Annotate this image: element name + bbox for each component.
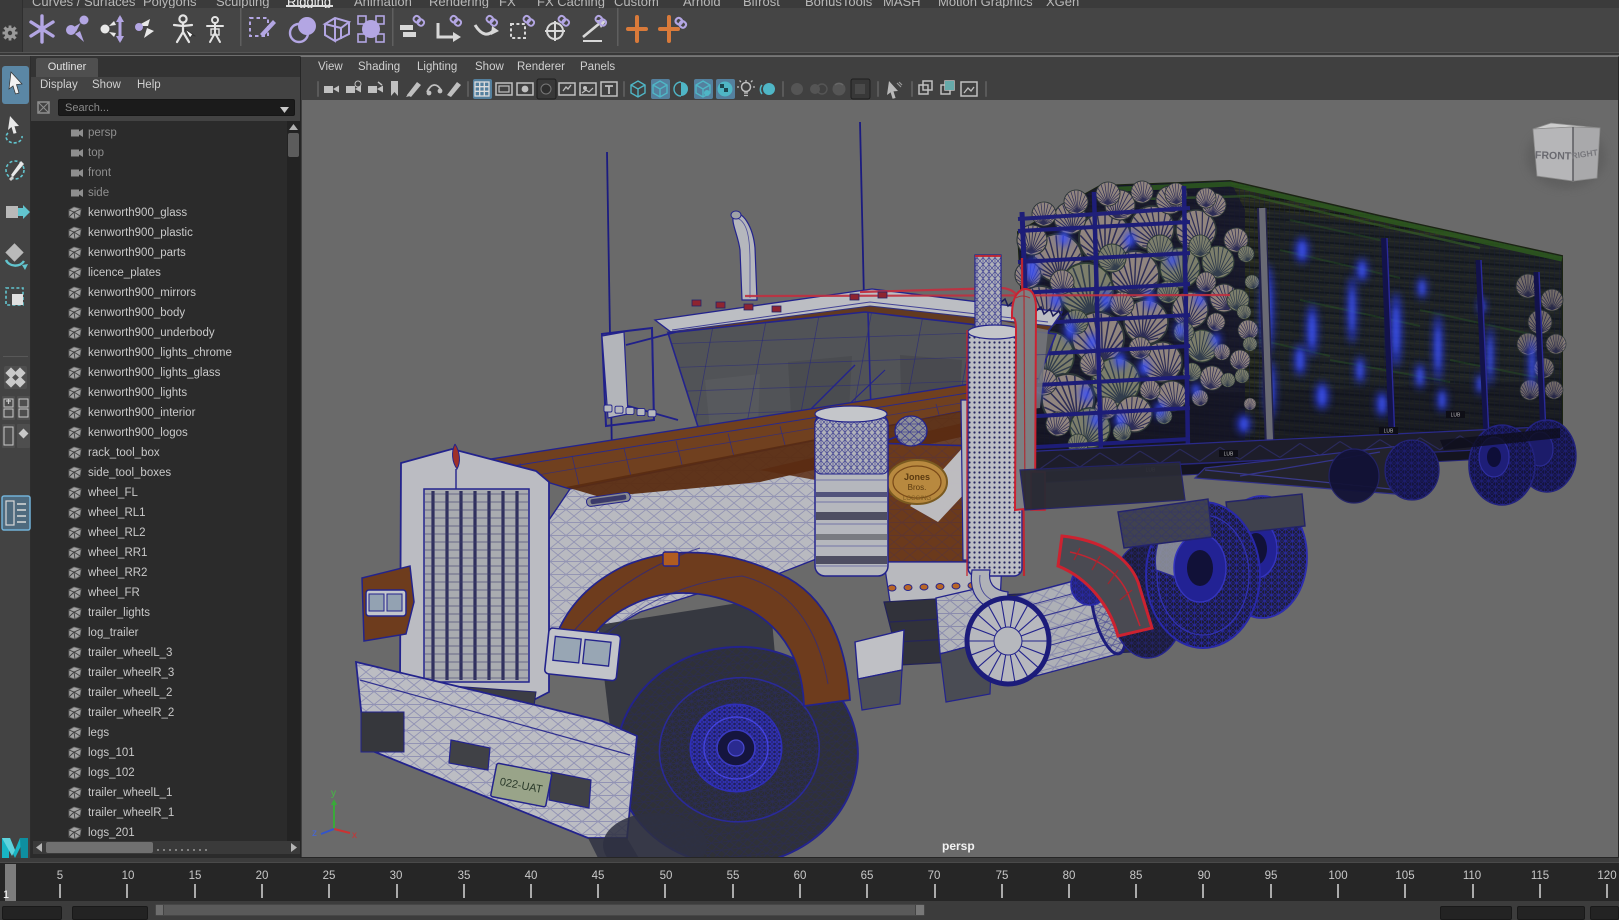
svg-text:35: 35 xyxy=(458,870,471,882)
svg-text:40: 40 xyxy=(525,870,538,882)
svg-text:10: 10 xyxy=(122,870,135,882)
svg-text:85: 85 xyxy=(1130,870,1143,882)
svg-text:Bros.: Bros. xyxy=(908,483,927,492)
svg-text:50: 50 xyxy=(660,870,673,882)
svg-text:20: 20 xyxy=(256,870,269,882)
svg-text:x: x xyxy=(352,830,357,841)
svg-text:70: 70 xyxy=(928,870,941,882)
svg-text:25: 25 xyxy=(323,870,336,882)
svg-text:z: z xyxy=(312,828,317,839)
svg-text:Jones: Jones xyxy=(904,472,930,482)
svg-text:5: 5 xyxy=(57,870,63,882)
svg-text:55: 55 xyxy=(727,870,740,882)
svg-text:LUB: LUB xyxy=(1451,413,1461,419)
svg-text:LUB: LUB xyxy=(1224,452,1234,458)
svg-text:75: 75 xyxy=(996,870,1009,882)
svg-text:90: 90 xyxy=(1198,870,1211,882)
svg-text:65: 65 xyxy=(861,870,874,882)
svg-text:95: 95 xyxy=(1265,870,1278,882)
svg-text:120: 120 xyxy=(1597,870,1616,882)
svg-text:1: 1 xyxy=(3,889,9,901)
svg-text:15: 15 xyxy=(189,870,202,882)
svg-text:105: 105 xyxy=(1395,870,1414,882)
svg-text:45: 45 xyxy=(592,870,605,882)
svg-text:80: 80 xyxy=(1063,870,1076,882)
svg-text:LUB: LUB xyxy=(1384,429,1394,435)
svg-text:115: 115 xyxy=(1531,870,1549,882)
svg-text:FRONT: FRONT xyxy=(1535,149,1572,162)
svg-text:110: 110 xyxy=(1463,870,1481,882)
svg-text:y: y xyxy=(331,788,336,799)
svg-text:100: 100 xyxy=(1328,870,1347,882)
svg-text:60: 60 xyxy=(794,870,807,882)
svg-text:LOGGING: LOGGING xyxy=(903,496,931,502)
svg-text:30: 30 xyxy=(390,870,403,882)
